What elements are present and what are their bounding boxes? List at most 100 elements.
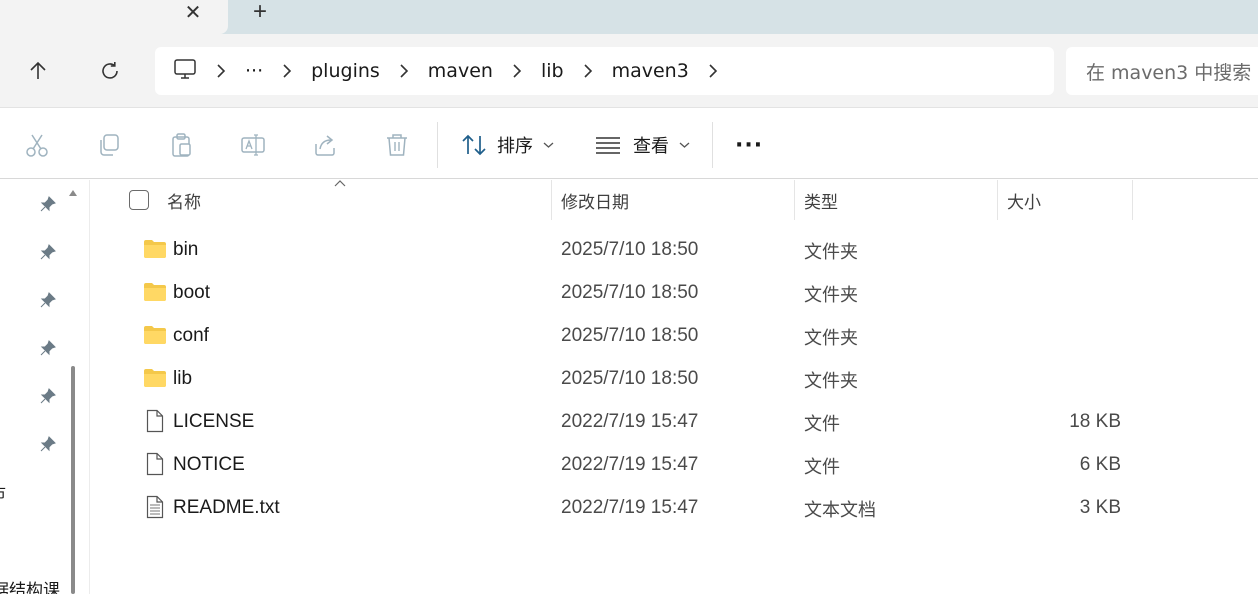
pin-icon[interactable] <box>39 435 57 453</box>
chevron-down-icon <box>679 141 690 149</box>
file-name: lib <box>173 368 193 389</box>
file-row[interactable]: LICENSE 2022/7/19 15:47 文件 18 KB <box>91 400 1258 443</box>
file-type: 文件夹 <box>804 285 858 306</box>
sort-icon <box>462 134 486 156</box>
file-type: 文件 <box>804 414 840 435</box>
file-size: 6 KB <box>1079 454 1121 475</box>
file-date: 2022/7/19 15:47 <box>561 497 699 518</box>
file-name: bin <box>173 239 199 260</box>
refresh-icon <box>102 62 118 79</box>
rename-icon[interactable] <box>239 131 267 159</box>
file-size: 18 KB <box>1069 411 1121 432</box>
file-type: 文件夹 <box>804 328 858 349</box>
file-date: 2022/7/19 15:47 <box>561 411 699 432</box>
select-all-checkbox[interactable] <box>129 190 149 210</box>
file-type: 文件夹 <box>804 371 858 392</box>
column-divider[interactable] <box>794 180 795 220</box>
chevron-right-icon[interactable] <box>574 63 602 79</box>
folder-icon <box>142 366 168 390</box>
chevron-right-icon[interactable] <box>273 63 301 79</box>
view-button[interactable]: 查看 <box>595 129 690 161</box>
delete-icon[interactable] <box>383 131 411 159</box>
sort-ascending-icon <box>333 178 347 188</box>
sort-button[interactable]: 排序 <box>461 129 554 161</box>
breadcrumb[interactable]: ··· plugins maven lib maven3 <box>155 47 1054 95</box>
column-divider[interactable] <box>551 180 552 220</box>
chevron-right-icon[interactable] <box>390 63 418 79</box>
file-date: 2025/7/10 18:50 <box>561 282 699 303</box>
breadcrumb-item-plugins[interactable]: plugins <box>301 60 390 82</box>
view-icon <box>596 137 620 154</box>
pin-icon[interactable] <box>39 195 57 213</box>
tab-strip: ✕ + <box>0 0 1258 34</box>
column-divider[interactable] <box>997 180 998 220</box>
chevron-right-icon[interactable] <box>207 63 235 79</box>
pin-icon[interactable] <box>39 339 57 357</box>
file-date: 2025/7/10 18:50 <box>561 239 699 260</box>
file-name: boot <box>173 282 210 303</box>
sort-label: 排序 <box>497 136 533 157</box>
file-type: 文本文档 <box>804 500 876 521</box>
column-header-name[interactable]: 名称 <box>167 180 201 220</box>
breadcrumb-item-maven3[interactable]: maven3 <box>602 60 699 82</box>
file-row[interactable]: NOTICE 2022/7/19 15:47 文件 6 KB <box>91 443 1258 486</box>
text-file-icon <box>142 495 168 519</box>
more-options-button[interactable]: ··· <box>735 129 763 161</box>
file-date: 2022/7/19 15:47 <box>561 454 699 475</box>
file-row[interactable]: boot 2025/7/10 18:50 文件夹 <box>91 271 1258 314</box>
search-input[interactable]: 在 maven3 中搜索 <box>1066 47 1258 95</box>
folder-icon <box>142 237 168 261</box>
column-header-date[interactable]: 修改日期 <box>561 180 629 220</box>
file-icon <box>142 452 168 476</box>
pin-icon[interactable] <box>39 243 57 261</box>
share-icon[interactable] <box>311 131 339 159</box>
file-row[interactable]: conf 2025/7/10 18:50 文件夹 <box>91 314 1258 357</box>
chevron-down-icon <box>543 141 554 149</box>
file-type: 文件夹 <box>804 242 858 263</box>
this-pc-icon[interactable] <box>173 58 207 85</box>
toolbar-divider <box>437 122 438 168</box>
view-label: 查看 <box>633 136 669 157</box>
new-tab-button[interactable]: + <box>246 0 274 25</box>
chevron-right-icon[interactable] <box>503 63 531 79</box>
scrollbar-thumb[interactable] <box>71 366 75 594</box>
folder-icon <box>142 280 168 304</box>
nav-item-label[interactable]: 市 <box>0 480 6 504</box>
column-header-type[interactable]: 类型 <box>804 180 838 220</box>
up-button[interactable] <box>23 56 53 86</box>
file-name: LICENSE <box>173 411 255 432</box>
file-row[interactable]: lib 2025/7/10 18:50 文件夹 <box>91 357 1258 400</box>
command-bar: 排序 查看 ··· <box>0 109 1258 179</box>
toolbar-divider <box>712 122 713 168</box>
pin-icon[interactable] <box>39 387 57 405</box>
file-type: 文件 <box>804 457 840 478</box>
refresh-button[interactable] <box>95 56 125 86</box>
file-row[interactable]: bin 2025/7/10 18:50 文件夹 <box>91 228 1258 271</box>
column-header-row: 名称 修改日期 类型 大小 <box>91 178 1258 220</box>
file-icon <box>142 409 168 433</box>
scroll-up-arrow-icon[interactable] <box>66 186 80 200</box>
breadcrumb-item-maven[interactable]: maven <box>418 60 503 82</box>
active-tab[interactable]: ✕ <box>0 0 228 34</box>
copy-icon[interactable] <box>95 131 123 159</box>
file-row[interactable]: README.txt 2022/7/19 15:47 文本文档 3 KB <box>91 486 1258 529</box>
chevron-right-icon[interactable] <box>699 63 727 79</box>
cut-icon[interactable] <box>23 131 51 159</box>
file-name: README.txt <box>173 497 280 518</box>
navigation-pane: 市 据结构课 <box>0 180 90 594</box>
file-date: 2025/7/10 18:50 <box>561 368 699 389</box>
column-divider[interactable] <box>1132 180 1133 220</box>
file-size: 3 KB <box>1079 497 1121 518</box>
close-tab-icon[interactable]: ✕ <box>180 0 206 24</box>
nav-item-label[interactable]: 据结构课 <box>0 576 60 594</box>
breadcrumb-overflow[interactable]: ··· <box>235 60 273 82</box>
arrow-up-icon <box>30 61 46 79</box>
breadcrumb-item-lib[interactable]: lib <box>531 60 574 82</box>
address-bar-row: ··· plugins maven lib maven3 在 maven3 中搜… <box>0 34 1258 108</box>
column-header-size[interactable]: 大小 <box>1007 180 1041 220</box>
file-list: 名称 修改日期 类型 大小 bin 2025/7/10 18:50 文件夹 bo… <box>91 178 1258 594</box>
pin-icon[interactable] <box>39 291 57 309</box>
file-date: 2025/7/10 18:50 <box>561 325 699 346</box>
paste-icon[interactable] <box>167 131 195 159</box>
file-name: conf <box>173 325 209 346</box>
